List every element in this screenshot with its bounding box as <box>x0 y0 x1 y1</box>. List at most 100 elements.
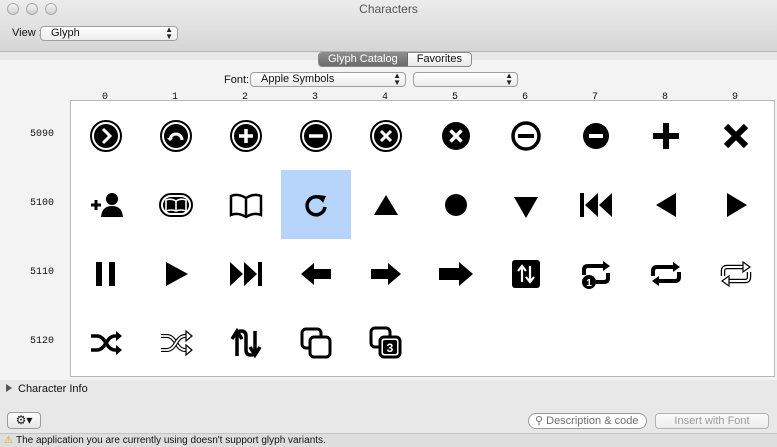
arrow-right-icon <box>371 262 401 285</box>
rewind-icon <box>580 192 612 217</box>
glyph-cell[interactable] <box>71 170 141 239</box>
chevron-updown-icon: ▲ ▼ <box>393 71 401 87</box>
warning-icon: ⚠ <box>4 435 13 446</box>
reload-icon <box>305 194 327 216</box>
font-select[interactable]: Apple Symbols ▲ ▼ <box>250 72 406 87</box>
right-circle-icon <box>90 119 122 152</box>
glyph-cell[interactable] <box>351 101 421 170</box>
glyph-cell[interactable] <box>701 170 771 239</box>
book-outline-icon <box>159 192 193 217</box>
disclosure-triangle-icon <box>6 384 12 392</box>
arrow-right-wide-icon <box>439 261 473 286</box>
glyph-cell[interactable] <box>141 308 211 377</box>
glyph-cell[interactable] <box>141 101 211 170</box>
character-info-disclosure[interactable]: Character Info <box>6 383 88 395</box>
glyph-cell[interactable] <box>421 239 491 308</box>
shuffle-icon <box>91 330 122 355</box>
glyph-cell[interactable] <box>491 239 561 308</box>
copy-icon <box>300 327 332 358</box>
glyph-cell[interactable] <box>281 308 351 377</box>
glyph-cell[interactable] <box>351 170 421 239</box>
glyph-grid: 1 3 <box>70 100 775 377</box>
repeat-icon <box>651 261 681 286</box>
glyph-cell[interactable] <box>211 170 281 239</box>
status-bar: ⚠ The application you are currently using… <box>0 433 777 447</box>
plus-circle-icon <box>230 119 262 152</box>
triangle-down-icon <box>514 196 538 218</box>
play-icon <box>166 261 188 286</box>
glyph-cell[interactable] <box>141 239 211 308</box>
glyph-cell[interactable] <box>561 101 631 170</box>
view-label: View : <box>12 27 42 39</box>
title-bar: Characters View : Glyph ▲ ▼ <box>0 0 777 52</box>
x-icon <box>723 123 749 148</box>
repeat-outline-icon <box>720 260 752 287</box>
row-header: 5090 <box>29 129 54 140</box>
chevron-updown-icon: ▲ ▼ <box>165 25 173 41</box>
plus-icon <box>653 122 679 149</box>
glyph-cell[interactable]: 1 <box>561 239 631 308</box>
gear-icon: ⚙▾ <box>15 413 33 427</box>
add-user-icon <box>91 192 123 217</box>
triangle-left-icon <box>656 192 676 217</box>
glyph-cell[interactable] <box>701 239 771 308</box>
minus-ring-icon <box>511 120 541 151</box>
x-filled-circle-icon <box>442 121 470 150</box>
glyph-cell[interactable] <box>421 101 491 170</box>
tab-favorites[interactable]: Favorites <box>407 53 471 66</box>
tab-bar: Glyph Catalog Favorites <box>318 52 472 67</box>
row-header: 5100 <box>29 198 54 209</box>
glyph-cell[interactable] <box>491 170 561 239</box>
glyph-cell[interactable] <box>491 101 561 170</box>
window-title: Characters <box>359 2 418 16</box>
status-message: The application you are currently using … <box>15 435 326 446</box>
repeat-one-label: 1 <box>586 278 592 289</box>
glyph-cell-selected[interactable] <box>281 170 351 239</box>
glyph-cell[interactable] <box>631 101 701 170</box>
row-header: 5110 <box>29 267 54 278</box>
search-field[interactable]: ⚲ Description & code <box>528 413 647 429</box>
font-variant-select[interactable]: ▲ ▼ <box>413 72 518 87</box>
glyph-cell[interactable]: 3 <box>351 308 421 377</box>
glyph-cell[interactable] <box>211 308 281 377</box>
dot-icon <box>445 193 467 216</box>
glyph-cell[interactable] <box>281 101 351 170</box>
x-circle-icon <box>370 119 402 152</box>
glyph-cell[interactable] <box>701 101 771 170</box>
tab-glyph-catalog[interactable]: Glyph Catalog <box>319 53 408 66</box>
glyph-cell[interactable] <box>71 101 141 170</box>
repeat-one-icon: 1 <box>582 260 610 289</box>
open-book-icon <box>229 193 263 218</box>
fast-forward-icon <box>230 261 262 286</box>
glyph-cell[interactable] <box>351 239 421 308</box>
glyph-cell[interactable] <box>421 170 491 239</box>
insert-with-font-button[interactable]: Insert with Font <box>655 413 769 429</box>
view-select[interactable]: Glyph ▲ ▼ <box>40 26 178 41</box>
triangle-right-icon <box>727 192 747 217</box>
glyph-cell[interactable] <box>281 239 351 308</box>
chevron-updown-icon: ▲ ▼ <box>505 71 513 87</box>
row-header: 5120 <box>29 336 54 347</box>
search-placeholder: Description & code <box>546 415 639 427</box>
up-down-arrows-icon <box>230 327 262 358</box>
glyph-cell[interactable] <box>561 170 631 239</box>
shuffle-outline-icon <box>161 329 193 356</box>
glyph-cell[interactable] <box>211 101 281 170</box>
glyph-cell[interactable] <box>141 170 211 239</box>
undo-circle-icon <box>160 119 192 152</box>
minus-filled-circle-icon <box>583 122 609 149</box>
glyph-cell[interactable] <box>71 239 141 308</box>
minus-circle-icon <box>300 119 332 152</box>
pause-icon <box>96 261 115 286</box>
font-label: Font: <box>224 74 250 86</box>
glyph-cell[interactable] <box>631 170 701 239</box>
copy-three-label: 3 <box>387 341 394 355</box>
triangle-up-icon <box>374 194 398 215</box>
glyph-cell[interactable] <box>211 239 281 308</box>
arrow-left-icon <box>301 262 331 285</box>
character-info-label: Character Info <box>18 383 88 395</box>
glyph-cell[interactable] <box>631 239 701 308</box>
search-icon: ⚲ <box>535 415 544 427</box>
glyph-cell[interactable] <box>71 308 141 377</box>
action-menu-button[interactable]: ⚙▾ <box>7 412 41 429</box>
